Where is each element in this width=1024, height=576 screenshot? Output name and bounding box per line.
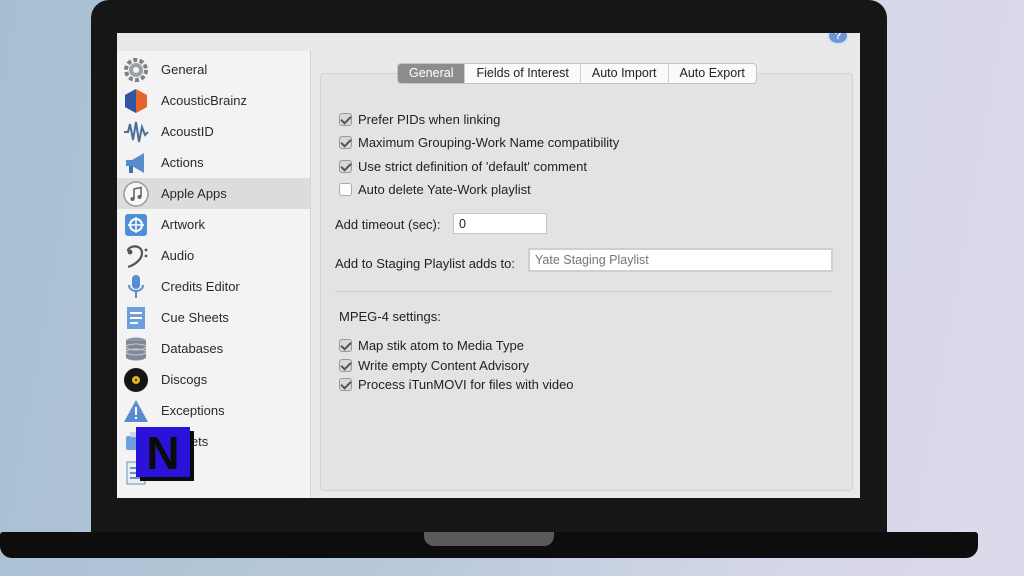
staging-playlist-label: Add to Staging Playlist adds to: <box>335 256 515 271</box>
timeout-label: Add timeout (sec): <box>335 217 441 232</box>
option-label: Process iTunMOVI for files with video <box>358 377 574 392</box>
strict-default-comment-option[interactable]: Use strict definition of 'default' comme… <box>339 159 587 174</box>
sidebar-item-label: Credits Editor <box>161 279 240 294</box>
sidebar-item-actions[interactable]: Actions <box>117 147 310 178</box>
tab-bar: General Fields of Interest Auto Import A… <box>397 63 757 84</box>
database-icon <box>121 334 151 364</box>
timeout-input[interactable] <box>453 213 547 234</box>
option-label: Write empty Content Advisory <box>358 358 529 373</box>
document-icon <box>121 303 151 333</box>
tab-general[interactable]: General <box>398 64 465 83</box>
auto-delete-playlist-option[interactable]: Auto delete Yate-Work playlist <box>339 182 531 197</box>
warning-icon <box>121 396 151 426</box>
option-label: Auto delete Yate-Work playlist <box>358 182 531 197</box>
auto-delete-playlist-checkbox[interactable] <box>339 183 352 196</box>
prefer-pids-checkbox[interactable] <box>339 113 352 126</box>
map-stik-option[interactable]: Map stik atom to Media Type <box>339 338 524 353</box>
sidebar-item-label: Databases <box>161 341 224 356</box>
artwork-icon <box>121 210 151 240</box>
content-advisory-option[interactable]: Write empty Content Advisory <box>339 358 529 373</box>
sidebar-item-audio[interactable]: Audio <box>117 240 310 271</box>
itunmovi-option[interactable]: Process iTunMOVI for files with video <box>339 377 574 392</box>
waveform-icon <box>121 117 151 147</box>
channel-logo: N <box>136 427 194 481</box>
laptop-notch <box>424 532 554 546</box>
sidebar-item-acousticbrainz[interactable]: AcousticBrainz <box>117 85 310 116</box>
sidebar-item-label: Apple Apps <box>161 186 227 201</box>
prefer-pids-option[interactable]: Prefer PIDs when linking <box>339 112 500 127</box>
music-note-icon <box>121 179 151 209</box>
help-button[interactable]: ? <box>827 33 849 45</box>
sidebar-item-label: Audio <box>161 248 195 263</box>
sidebar-item-label: AcoustID <box>161 124 214 139</box>
sidebar-item-label: Actions <box>161 155 204 170</box>
option-label: Maximum Grouping-Work Name compatibility <box>358 135 620 150</box>
logo-letter: N <box>146 427 179 479</box>
sidebar-item-general[interactable]: General <box>117 54 310 85</box>
sidebar-item-databases[interactable]: Databases <box>117 333 310 364</box>
sidebar-item-label: AcousticBrainz <box>161 93 247 108</box>
max-grouping-option[interactable]: Maximum Grouping-Work Name compatibility <box>339 135 619 150</box>
itunmovi-checkbox[interactable] <box>339 378 352 391</box>
microphone-icon <box>121 272 151 302</box>
option-label: Use strict definition of 'default' comme… <box>358 159 587 174</box>
sidebar-item-label: Artwork <box>161 217 206 232</box>
megaphone-icon <box>121 148 151 178</box>
sidebar-item-label: Cue Sheets <box>161 310 229 325</box>
sidebar-item-credits-editor[interactable]: Credits Editor <box>117 271 310 302</box>
tab-auto-import[interactable]: Auto Import <box>579 64 668 83</box>
bass-clef-icon <box>121 241 151 271</box>
sidebar-item-discogs[interactable]: Discogs <box>117 364 310 395</box>
map-stik-checkbox[interactable] <box>339 339 352 352</box>
max-grouping-checkbox[interactable] <box>339 136 352 149</box>
sidebar-item-label: General <box>161 62 208 77</box>
sidebar-item-label: Discogs <box>161 372 208 387</box>
mpeg4-heading: MPEG-4 settings: <box>339 309 441 324</box>
gear-icon <box>121 55 151 85</box>
staging-playlist-input[interactable] <box>528 248 833 272</box>
sidebar-item-acoustid[interactable]: AcoustID <box>117 116 310 147</box>
sidebar-item-label: Exceptions <box>161 403 225 418</box>
tab-auto-export[interactable]: Auto Export <box>667 64 756 83</box>
sidebar-item-exceptions[interactable]: Exceptions <box>117 395 310 426</box>
tab-fields-of-interest[interactable]: Fields of Interest <box>464 64 579 83</box>
sidebar-item-artwork[interactable]: Artwork <box>117 209 310 240</box>
section-divider <box>335 291 832 292</box>
acousticbrainz-icon <box>121 86 151 116</box>
option-label: Map stik atom to Media Type <box>358 338 524 353</box>
option-label: Prefer PIDs when linking <box>358 112 501 127</box>
preferences-window: ? General AcousticBrainz AcoustID Action… <box>117 33 860 498</box>
sidebar-item-apple-apps[interactable]: Apple Apps <box>117 178 310 209</box>
vinyl-record-icon <box>121 365 151 395</box>
sidebar-item-cue-sheets[interactable]: Cue Sheets <box>117 302 310 333</box>
strict-default-comment-checkbox[interactable] <box>339 160 352 173</box>
content-advisory-checkbox[interactable] <box>339 359 352 372</box>
